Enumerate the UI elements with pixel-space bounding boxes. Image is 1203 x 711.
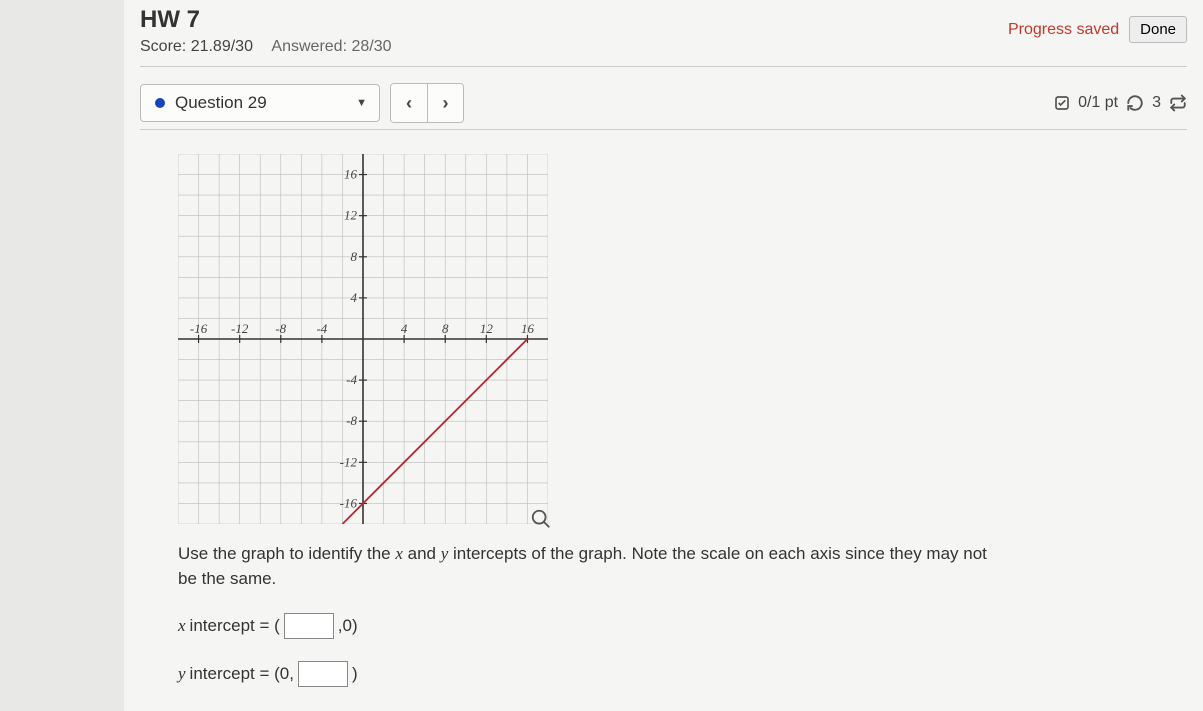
svg-text:-12: -12 [340,454,358,469]
svg-text:8: 8 [351,249,358,264]
question-bar-left: Question 29 ▼ ‹ › [140,83,464,123]
svg-text:12: 12 [344,208,358,223]
question-label: Question 29 [175,93,267,113]
svg-text:-4: -4 [346,372,357,387]
caret-down-icon: ▼ [356,97,367,109]
graph-svg: -16 -12 -8 -4 4 8 12 16 -16 -12 -8 -4 4 8 12 16 [178,154,548,524]
svg-text:4: 4 [351,290,358,305]
nav-group: ‹ › [390,83,464,123]
question-content: -16 -12 -8 -4 4 8 12 16 -16 -12 -8 -4 4 8 12 16 Use the… [140,130,1187,687]
left-gutter [0,0,124,711]
header-divider [140,66,1187,67]
prompt-x-var: x [395,544,403,563]
next-question-button[interactable]: › [427,84,463,122]
progress-group: Progress saved Done [1008,6,1187,43]
question-bar: Question 29 ▼ ‹ › 0/1 pt 3 [140,83,1187,130]
y-intercept-var: y [178,664,186,684]
prompt-pre: Use the graph to identify the [178,544,395,563]
x-intercept-suffix: ,0) [338,616,358,636]
header-left: HW 7 Score: 21.89/30 Answered: 28/30 [140,6,392,56]
header: HW 7 Score: 21.89/30 Answered: 28/30 Pro… [140,6,1187,56]
retry-icon [1126,94,1144,112]
loop-icon [1169,94,1187,112]
svg-text:-16: -16 [340,495,358,510]
points-text: 0/1 pt [1078,94,1118,112]
main-panel: HW 7 Score: 21.89/30 Answered: 28/30 Pro… [124,0,1203,687]
answered-text: Answered: 28/30 [271,38,391,55]
question-status-dot-icon [155,98,165,108]
progress-saved-label: Progress saved [1008,21,1119,39]
svg-text:12: 12 [480,321,494,336]
svg-text:-8: -8 [346,413,357,428]
x-intercept-input[interactable] [284,613,334,639]
question-bar-right: 0/1 pt 3 [1054,94,1187,112]
y-intercept-suffix: ) [352,664,358,684]
svg-text:8: 8 [442,321,449,336]
graph: -16 -12 -8 -4 4 8 12 16 -16 -12 -8 -4 4 8 12 16 [178,154,548,524]
score-text: Score: 21.89/30 [140,38,253,55]
retry-count: 3 [1152,94,1161,112]
question-select[interactable]: Question 29 ▼ [140,84,380,122]
prompt-text: Use the graph to identify the x and y in… [178,542,998,591]
x-intercept-line: x intercept = ( ,0) [178,613,1167,639]
svg-text:-12: -12 [231,321,249,336]
svg-text:16: 16 [344,167,358,182]
score-line: Score: 21.89/30 Answered: 28/30 [140,38,392,56]
svg-text:16: 16 [521,321,535,336]
x-intercept-var: x [178,616,186,636]
svg-text:-4: -4 [316,321,327,336]
svg-text:-16: -16 [190,321,208,336]
x-intercept-label: intercept = ( [190,616,280,636]
y-intercept-input[interactable] [298,661,348,687]
done-button[interactable]: Done [1129,16,1187,43]
y-intercept-label: intercept = (0, [190,664,294,684]
svg-text:4: 4 [401,321,408,336]
prev-question-button[interactable]: ‹ [391,84,427,122]
check-icon [1054,95,1070,111]
assignment-title: HW 7 [140,6,392,34]
y-intercept-line: y intercept = (0, ) [178,661,1167,687]
prompt-mid1: and [403,544,441,563]
magnify-icon[interactable] [530,508,552,530]
svg-text:-8: -8 [275,321,286,336]
